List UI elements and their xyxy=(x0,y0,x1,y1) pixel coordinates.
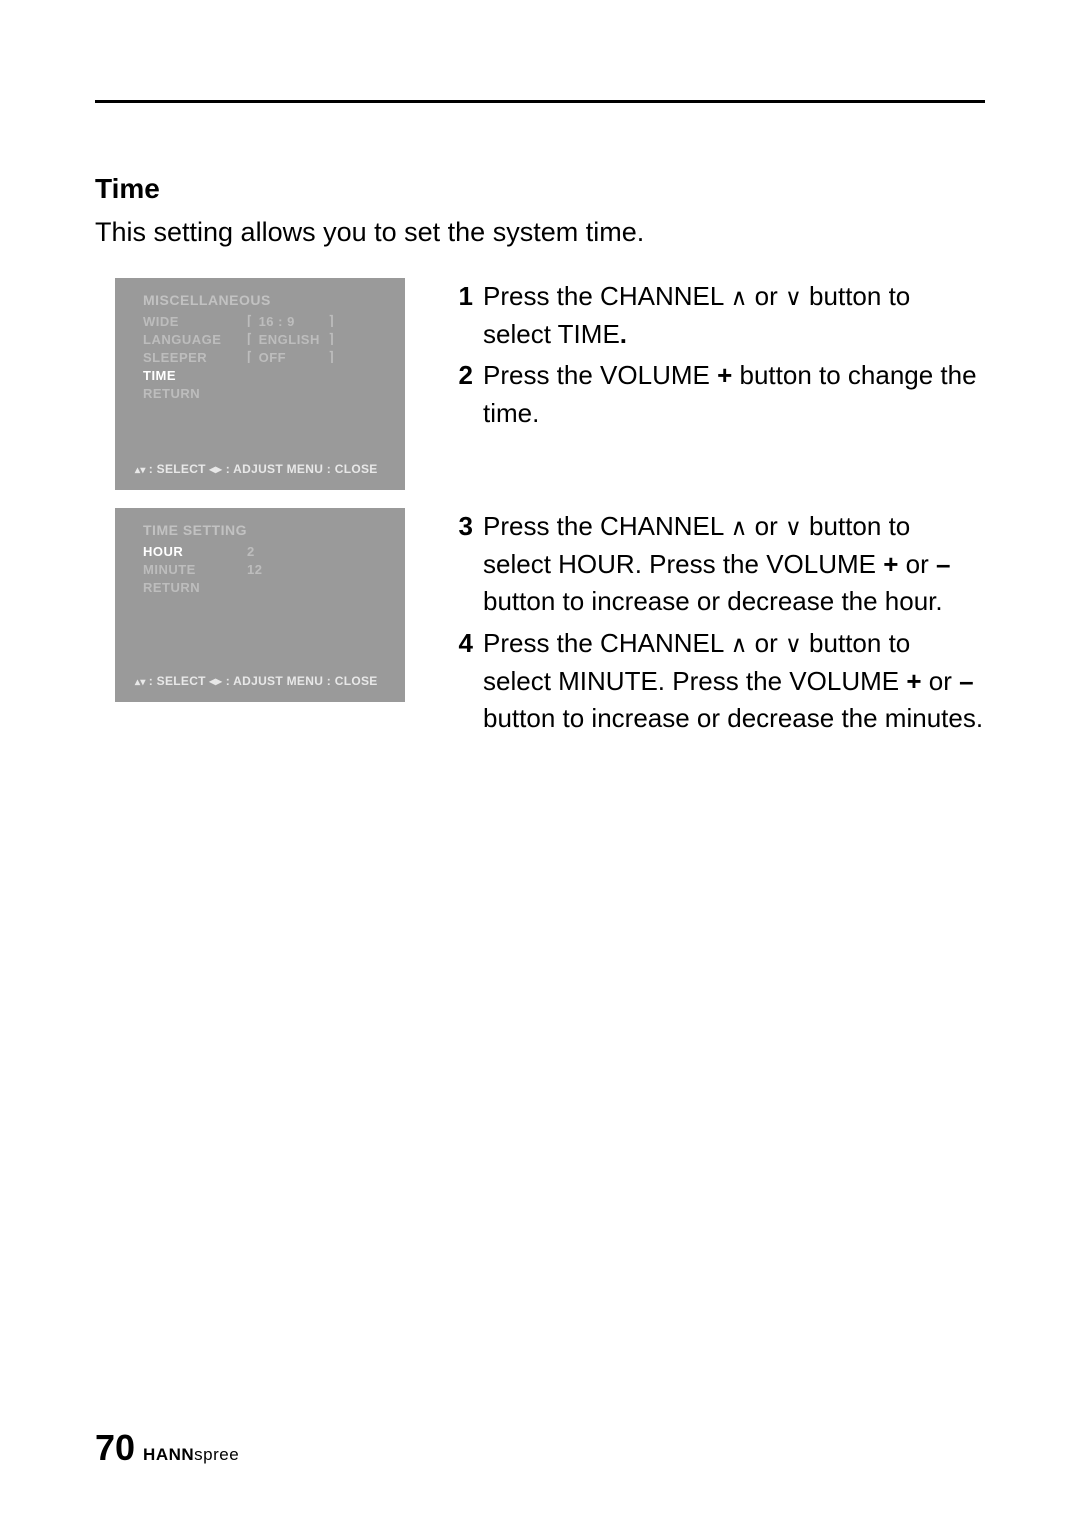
osd-value: 12 xyxy=(247,562,317,577)
osd-row-wide: WIDE ⌈ 16 : 9 ⌉ xyxy=(143,312,387,330)
bracket-left-icon: ⌈ xyxy=(247,349,259,365)
step-2: 2 Press the VOLUME + button to change th… xyxy=(455,357,985,432)
section-title: Time xyxy=(95,173,985,205)
osd-row-return: RETURN xyxy=(143,384,387,402)
steps-group-2: 3 Press the CHANNEL ∧ or ∨ button to sel… xyxy=(455,508,985,742)
down-wedge-icon: ∨ xyxy=(785,285,802,310)
steps-group-1: 1 Press the CHANNEL ∧ or ∨ button to sel… xyxy=(455,278,985,437)
osd-panel-time-setting: TIME SETTING HOUR 2 MINUTE 12 RETURN ▴▾ … xyxy=(115,508,405,702)
osd-label: WIDE xyxy=(143,314,247,329)
step-number: 4 xyxy=(455,625,483,738)
step-text: Press the VOLUME + button to change the … xyxy=(483,357,985,432)
brand-text: HANNspree xyxy=(143,1445,239,1465)
brand-bold: HANN xyxy=(143,1445,194,1464)
step-4: 4 Press the CHANNEL ∧ or ∨ button to sel… xyxy=(455,625,985,738)
osd-label: SLEEPER xyxy=(143,350,247,365)
step-number: 1 xyxy=(455,278,483,353)
step-text: Press the CHANNEL ∧ or ∨ button to selec… xyxy=(483,278,985,353)
osd-label: MINUTE xyxy=(143,562,247,577)
step-3: 3 Press the CHANNEL ∧ or ∨ button to sel… xyxy=(455,508,985,621)
osd-label-selected: HOUR xyxy=(143,544,247,559)
bracket-left-icon: ⌈ xyxy=(247,331,259,347)
osd-row-time: TIME xyxy=(143,366,387,384)
content-row-2: TIME SETTING HOUR 2 MINUTE 12 RETURN ▴▾ … xyxy=(95,508,985,742)
brand-light: spree xyxy=(194,1445,239,1464)
page-number: 70 xyxy=(95,1427,135,1469)
osd-label: RETURN xyxy=(143,580,247,595)
updown-arrows-icon: ▴▾ xyxy=(135,465,149,476)
step-text: Press the CHANNEL ∧ or ∨ button to selec… xyxy=(483,508,985,621)
osd-footer: ▴▾ : SELECT ◂▸ : ADJUST MENU : CLOSE xyxy=(135,462,387,476)
up-wedge-icon: ∧ xyxy=(731,632,748,657)
osd-value: 2 xyxy=(247,544,317,559)
osd-value: 16 : 9 xyxy=(259,314,329,329)
updown-arrows-icon: ▴▾ xyxy=(135,677,149,688)
osd-label: LANGUAGE xyxy=(143,332,247,347)
osd-title: MISCELLANEOUS xyxy=(143,292,387,308)
up-wedge-icon: ∧ xyxy=(731,515,748,540)
osd-value: OFF xyxy=(259,350,329,365)
osd-value: ENGLISH xyxy=(259,332,329,347)
up-wedge-icon: ∧ xyxy=(731,285,748,310)
osd-row-hour: HOUR 2 xyxy=(143,542,387,560)
content-row-1: MISCELLANEOUS WIDE ⌈ 16 : 9 ⌉ LANGUAGE ⌈… xyxy=(95,278,985,490)
step-1: 1 Press the CHANNEL ∧ or ∨ button to sel… xyxy=(455,278,985,353)
osd-panel-miscellaneous: MISCELLANEOUS WIDE ⌈ 16 : 9 ⌉ LANGUAGE ⌈… xyxy=(115,278,405,490)
osd-label-selected: TIME xyxy=(143,368,247,383)
osd-footer: ▴▾ : SELECT ◂▸ : ADJUST MENU : CLOSE xyxy=(135,674,387,688)
bracket-right-icon: ⌉ xyxy=(329,349,335,365)
osd-label: RETURN xyxy=(143,386,247,401)
osd-footer-text: : SELECT ◂▸ : ADJUST MENU : CLOSE xyxy=(149,462,378,476)
step-text: Press the CHANNEL ∧ or ∨ button to selec… xyxy=(483,625,985,738)
down-wedge-icon: ∨ xyxy=(785,515,802,540)
page-footer: 70 HANNspree xyxy=(95,1427,239,1469)
osd-row-sleeper: SLEEPER ⌈ OFF ⌉ xyxy=(143,348,387,366)
osd-row-return: RETURN xyxy=(143,578,387,596)
bracket-left-icon: ⌈ xyxy=(247,313,259,329)
step-number: 3 xyxy=(455,508,483,621)
osd-row-language: LANGUAGE ⌈ ENGLISH ⌉ xyxy=(143,330,387,348)
section-description: This setting allows you to set the syste… xyxy=(95,217,985,248)
osd-title: TIME SETTING xyxy=(143,522,387,538)
bracket-right-icon: ⌉ xyxy=(329,313,335,329)
osd-footer-text: : SELECT ◂▸ : ADJUST MENU : CLOSE xyxy=(149,674,378,688)
down-wedge-icon: ∨ xyxy=(785,632,802,657)
bracket-right-icon: ⌉ xyxy=(329,331,335,347)
step-number: 2 xyxy=(455,357,483,432)
osd-row-minute: MINUTE 12 xyxy=(143,560,387,578)
header-rule xyxy=(95,100,985,103)
